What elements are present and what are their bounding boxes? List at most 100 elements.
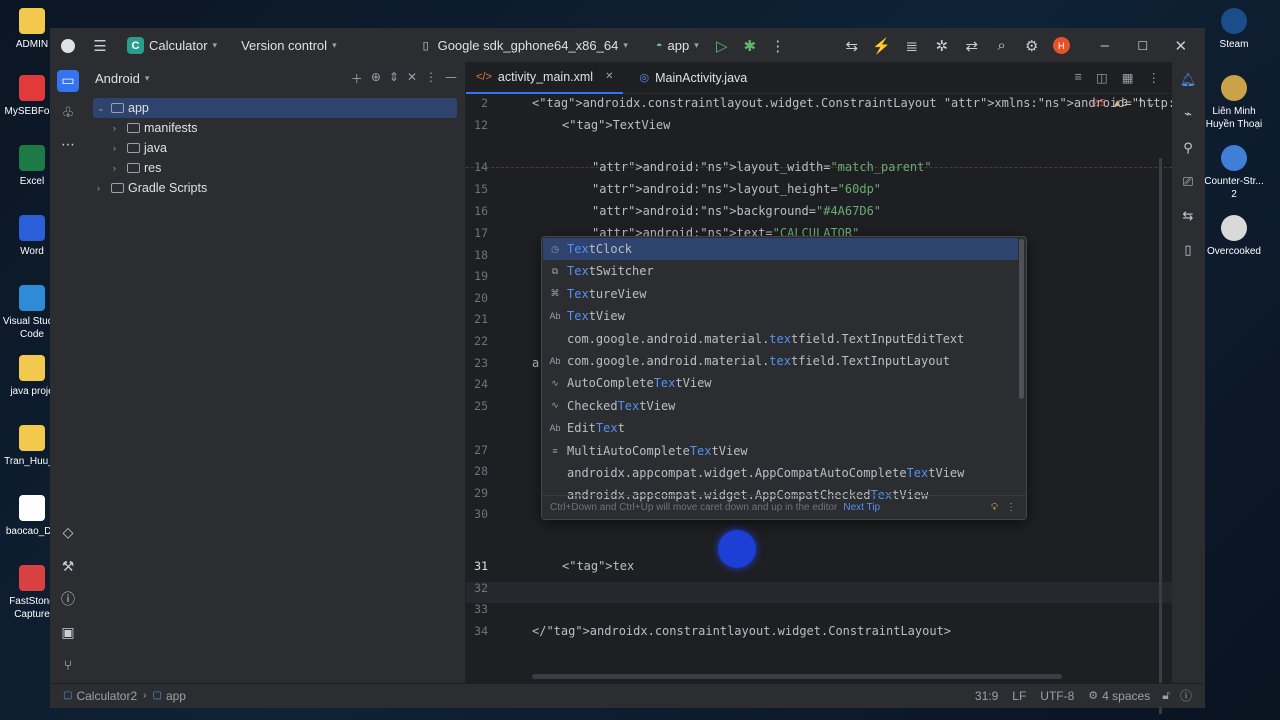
tree-item-manifests[interactable]: › manifests <box>93 118 457 138</box>
minimize-icon[interactable]: – <box>1094 37 1116 54</box>
run-config-selector[interactable]: ◓ app ▾ <box>656 38 699 53</box>
build-icon[interactable]: ⚒ <box>57 556 79 578</box>
profiler-icon[interactable]: ≣ <box>901 37 923 55</box>
problems-icon[interactable]: ⓘ <box>57 589 79 611</box>
debug-icon[interactable]: ✱ <box>739 37 761 55</box>
app-icon <box>19 145 45 171</box>
completion-item[interactable]: ∿ Checked Tex tView <box>543 395 1018 417</box>
next-tip-link[interactable]: Next Tip <box>843 502 880 513</box>
project-badge: C <box>127 37 144 54</box>
completion-item[interactable]: ⌘ Tex tureView <box>543 283 1018 305</box>
sdk-manager-icon[interactable]: ✲ <box>931 37 953 55</box>
maximize-icon[interactable]: ☐ <box>1132 39 1154 53</box>
more-icon[interactable]: ⋮ <box>1006 502 1016 513</box>
tree-item-gradle-scripts[interactable]: › Gradle Scripts <box>93 178 457 198</box>
desktop-icon[interactable]: Liên Minh Huyền Thoại <box>1202 75 1266 131</box>
chevron-right-icon[interactable]: › <box>113 143 127 153</box>
desktop-icon-label: Steam <box>1219 39 1249 50</box>
line-number: 32 <box>474 581 488 595</box>
completion-text-post: tView <box>639 398 676 413</box>
line-number: 25 <box>474 399 488 413</box>
add-icon[interactable]: ＋ <box>351 70 363 87</box>
tab-mainactivity-java[interactable]: ◎ MainActivity.java <box>629 62 757 94</box>
project-selector[interactable]: C Calculator ▾ <box>127 37 217 54</box>
completion-scrollbar[interactable] <box>1019 239 1024 399</box>
settings-gear-icon[interactable]: ⚙ <box>1021 37 1043 55</box>
indent-icon: ⚙ <box>1088 690 1099 702</box>
file-encoding[interactable]: UTF-8 <box>1040 689 1074 703</box>
horizontal-scrollbar[interactable] <box>532 674 1062 679</box>
completion-item[interactable]: Ab Tex tView <box>543 305 1018 327</box>
android-studio-logo-icon <box>61 38 75 53</box>
notifications-icon[interactable]: 🔔︎ <box>1177 70 1199 92</box>
search-icon[interactable]: ⌕ <box>991 37 1013 54</box>
app-icon <box>1221 75 1247 101</box>
hide-panel-icon[interactable]: — <box>445 70 457 87</box>
breadcrumb-root[interactable]: Calculator2 <box>76 689 137 703</box>
device-manager-icon[interactable]: ⌁ <box>1177 104 1199 126</box>
breadcrumb-module[interactable]: app <box>166 689 186 703</box>
close-tab-icon[interactable]: ✕ <box>605 71 613 82</box>
chevron-right-icon[interactable]: › <box>113 123 127 133</box>
device-manager-icon[interactable]: ⇄ <box>961 37 983 55</box>
tree-item-res[interactable]: › res <box>93 158 457 178</box>
tree-item-java[interactable]: › java <box>93 138 457 158</box>
expand-all-icon[interactable]: ⇕ <box>389 70 399 87</box>
more-actions-icon[interactable]: ⋮ <box>767 37 789 55</box>
design-view-icon[interactable]: ▦ <box>1122 70 1134 85</box>
app-icon <box>19 355 45 381</box>
main-menu-icon[interactable]: ☰ <box>89 37 111 55</box>
chevron-right-icon[interactable]: › <box>113 163 127 173</box>
completion-item[interactable]: com.google.android.material. tex tfield.Te… <box>543 328 1018 350</box>
emulator-icon[interactable]: ▯ <box>1177 240 1199 262</box>
read-only-lock-icon[interactable]: 🔓︎ <box>1162 688 1170 703</box>
split-view-icon[interactable]: ◫ <box>1096 70 1108 85</box>
sync-project-icon[interactable]: ⇆ <box>841 37 863 55</box>
gemini-icon[interactable]: ◇ <box>57 522 79 544</box>
tree-item-app[interactable]: ⌄ app <box>93 98 457 118</box>
user-avatar[interactable]: H <box>1052 37 1070 54</box>
chevron-right-icon[interactable]: › <box>97 183 111 193</box>
tree-item-label: manifests <box>144 121 198 135</box>
code-line: "attr">android:"ns">background="#4A67D6" <box>592 204 882 218</box>
apply-changes-icon[interactable]: ⚡ <box>871 37 893 55</box>
desktop-icon[interactable]: Overcooked <box>1202 215 1266 258</box>
indent-setting[interactable]: 4 spaces <box>1102 689 1150 703</box>
lightbulb-icon[interactable]: 💡︎ <box>991 502 998 513</box>
completion-item[interactable]: androidx.appcompat.widget.AppCompatAutoC… <box>543 462 1018 484</box>
options-icon[interactable]: ⋮ <box>425 70 437 87</box>
more-icon[interactable]: ⋮ <box>1148 70 1161 85</box>
completion-item[interactable]: ⧉ Tex tSwitcher <box>543 260 1018 282</box>
version-control-menu[interactable]: Version control ▾ <box>241 38 337 53</box>
close-icon[interactable]: ✕ <box>1170 37 1192 55</box>
line-separator[interactable]: LF <box>1012 689 1026 703</box>
completion-item[interactable]: ∿ AutoComplete Tex tView <box>543 372 1018 394</box>
terminal-icon[interactable]: ▣ <box>57 622 79 644</box>
editor-scrollbar[interactable] <box>1159 158 1162 714</box>
resource-manager-icon[interactable]: ♧ <box>57 102 79 124</box>
git-icon[interactable]: ⑂ <box>57 655 79 677</box>
collapse-all-icon[interactable]: ✕ <box>407 70 417 87</box>
tab-activity-main-xml[interactable]: </> activity_main.xml ✕ <box>466 62 624 94</box>
completion-item[interactable]: Ab com.google.android.material. tex tfield.… <box>543 350 1018 372</box>
completion-item[interactable]: ≡ MultiAutoComplete Tex tView <box>543 440 1018 462</box>
locate-icon[interactable]: ⊕ <box>371 70 381 87</box>
running-devices-icon[interactable]: ⎚ <box>1177 172 1199 194</box>
desktop-icon[interactable]: Steam <box>1202 8 1266 51</box>
project-tool-icon[interactable]: ▭ <box>57 70 79 92</box>
chevron-down-icon[interactable]: ⌄ <box>97 103 111 114</box>
code-line: <"tag">androidx.constraintlayout.widget.… <box>532 96 1204 110</box>
code-view-icon[interactable]: ≡ <box>1075 70 1082 85</box>
completion-item[interactable]: Ab Edit Tex t <box>543 417 1018 439</box>
completion-item[interactable]: ◷ Tex tClock <box>543 238 1018 260</box>
caret-position[interactable]: 31:9 <box>975 689 998 703</box>
desktop-icon[interactable]: Counter-Str... 2 <box>1202 145 1266 201</box>
run-icon[interactable]: ▷ <box>711 37 733 55</box>
inspections-icon[interactable]: ⓘ <box>1180 687 1192 704</box>
more-tools-icon[interactable]: ⋯ <box>57 134 79 156</box>
line-number: 27 <box>474 443 488 457</box>
gradle-icon[interactable]: ⚲ <box>1177 138 1199 160</box>
device-explorer-icon[interactable]: ⇆ <box>1177 206 1199 228</box>
device-selector[interactable]: ▯ Google sdk_gphone64_x86_64 ▾ <box>419 38 628 53</box>
completion-text-pre: Checked <box>567 398 618 413</box>
